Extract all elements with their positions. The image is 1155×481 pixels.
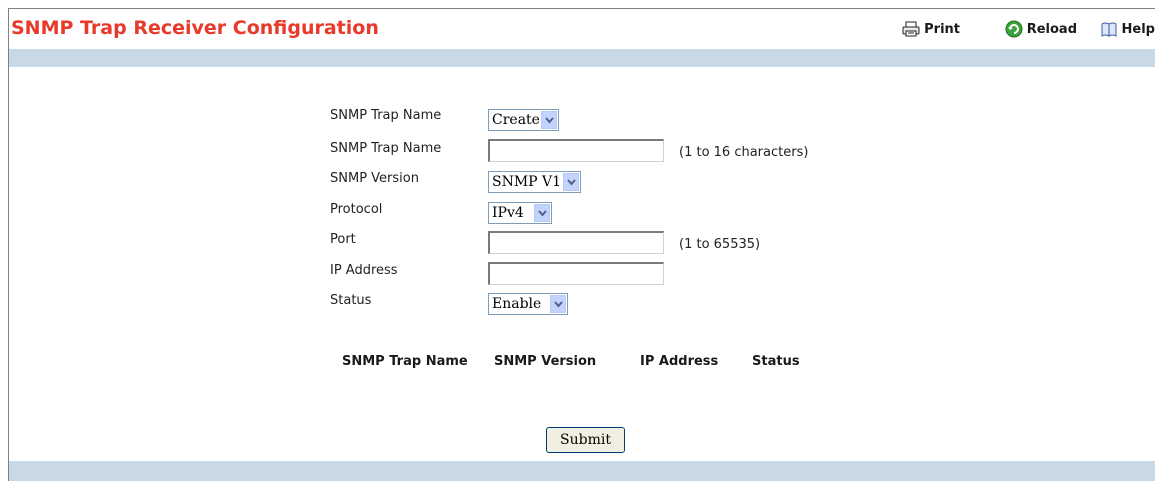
chevron-down-icon xyxy=(534,204,550,222)
column-header: SNMP Trap Name xyxy=(342,354,468,369)
trap-name-select[interactable]: Create xyxy=(488,109,559,131)
column-header: Status xyxy=(752,354,800,369)
page-header: SNMP Trap Receiver Configuration Print R… xyxy=(9,9,1155,47)
reload-label: Reload xyxy=(1026,21,1077,37)
submit-button[interactable]: Submit xyxy=(546,427,625,453)
chevron-down-icon xyxy=(550,295,566,313)
chevron-down-icon xyxy=(563,173,579,191)
trap-name-input-label: SNMP Trap Name xyxy=(330,141,442,156)
footer-band xyxy=(9,461,1155,481)
reload-button[interactable]: Reload xyxy=(1005,19,1077,39)
print-button[interactable]: Print xyxy=(902,19,960,39)
status-value: Enable xyxy=(492,296,542,312)
port-input[interactable] xyxy=(488,231,664,254)
header-band xyxy=(9,49,1155,67)
help-book-icon xyxy=(1100,21,1118,37)
page-frame: SNMP Trap Receiver Configuration Print R… xyxy=(8,8,1155,481)
snmp-version-label: SNMP Version xyxy=(330,171,419,186)
column-header: IP Address xyxy=(640,354,719,369)
help-button[interactable]: Help xyxy=(1100,19,1155,39)
protocol-select[interactable]: IPv4 xyxy=(488,202,552,224)
print-label: Print xyxy=(924,21,960,37)
ip-address-label: IP Address xyxy=(330,263,398,278)
trap-name-select-value: Create xyxy=(492,112,540,128)
port-hint: (1 to 65535) xyxy=(679,237,761,252)
port-label: Port xyxy=(330,232,356,247)
trap-name-select-label: SNMP Trap Name xyxy=(330,108,442,123)
status-label: Status xyxy=(330,293,372,308)
protocol-value: IPv4 xyxy=(492,205,524,221)
chevron-down-icon xyxy=(541,111,557,129)
column-header: SNMP Version xyxy=(494,354,597,369)
ip-address-input[interactable] xyxy=(488,262,664,285)
trap-name-input[interactable] xyxy=(488,139,664,162)
snmp-version-select[interactable]: SNMP V1 xyxy=(488,171,581,193)
snmp-version-value: SNMP V1 xyxy=(492,174,562,190)
page-title: SNMP Trap Receiver Configuration xyxy=(11,17,379,39)
protocol-label: Protocol xyxy=(330,202,383,217)
reload-icon xyxy=(1005,20,1023,38)
help-label: Help xyxy=(1121,21,1155,37)
printer-icon xyxy=(902,21,920,37)
trap-name-hint: (1 to 16 characters) xyxy=(679,145,809,160)
status-select[interactable]: Enable xyxy=(488,293,568,315)
